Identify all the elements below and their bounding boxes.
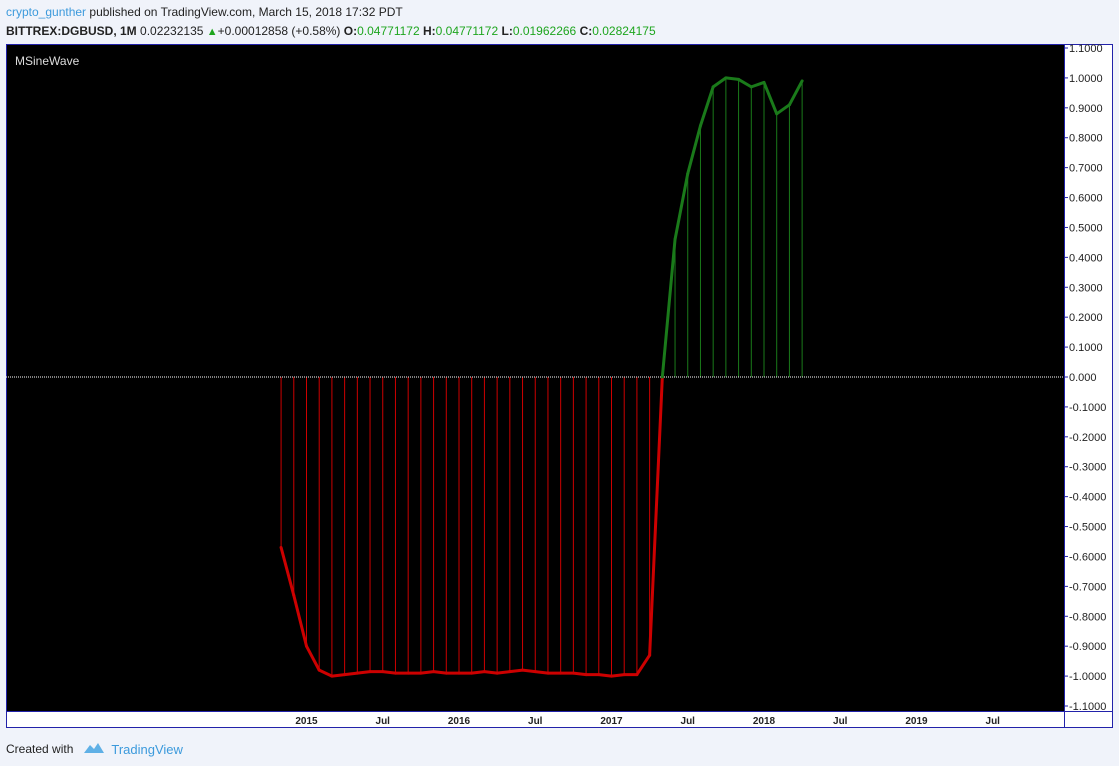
x-tick-label: 2017 xyxy=(600,716,623,727)
y-tick-label: 0.8000 xyxy=(1069,133,1103,145)
y-tick-label: 0.5000 xyxy=(1069,222,1103,234)
x-tick-label: 2015 xyxy=(295,716,318,727)
y-tick-label: 0.3000 xyxy=(1069,282,1103,294)
x-tick-label: Jul xyxy=(986,716,1001,727)
negative-line-segment xyxy=(355,670,372,675)
y-tick-label: 0.000 xyxy=(1069,372,1097,384)
y-tick-label: -1.0000 xyxy=(1069,671,1106,683)
negative-line-segment xyxy=(533,670,550,675)
msinewave-chart[interactable]: MSineWave 1.1000 1.0000 0.9000 0.8000 0.7000… xyxy=(0,0,1119,766)
y-tick-label: 0.4000 xyxy=(1069,252,1103,264)
x-tick-label: 2018 xyxy=(753,716,776,727)
y-tick-label: 0.7000 xyxy=(1069,163,1103,175)
x-tick-label: Jul xyxy=(833,716,848,727)
y-tick-label: -1.1000 xyxy=(1069,701,1106,713)
negative-line-segment xyxy=(508,668,525,674)
negative-line-segment xyxy=(419,670,436,675)
tradingview-brand[interactable]: TradingView xyxy=(111,742,183,757)
y-tick-label: -0.9000 xyxy=(1069,641,1106,653)
negative-line-segment xyxy=(521,668,537,674)
x-tick-label: 2016 xyxy=(448,716,471,727)
negative-line-segment xyxy=(495,670,512,675)
x-tick-label: Jul xyxy=(681,716,696,727)
price-axis-background[interactable] xyxy=(1064,44,1113,728)
negative-line-segment xyxy=(343,671,359,677)
y-tick-label: -0.8000 xyxy=(1069,611,1106,623)
x-tick-label: Jul xyxy=(528,716,543,727)
footer: Created with TradingView xyxy=(6,741,183,757)
y-tick-label: -0.5000 xyxy=(1069,522,1106,534)
y-tick-label: 0.1000 xyxy=(1069,342,1103,354)
negative-line-segment xyxy=(432,670,448,675)
y-tick-label: -0.1000 xyxy=(1069,402,1106,414)
y-tick-label: -0.6000 xyxy=(1069,551,1106,563)
positive-line-segment xyxy=(724,76,741,81)
negative-line-segment xyxy=(571,671,588,677)
tradingview-cloud-icon[interactable] xyxy=(83,741,105,757)
negative-line-segment xyxy=(330,673,347,678)
y-tick-label: -0.7000 xyxy=(1069,581,1106,593)
y-tick-label: -0.4000 xyxy=(1069,492,1106,504)
y-tick-label: 1.0000 xyxy=(1069,73,1103,85)
y-tick-label: -0.2000 xyxy=(1069,432,1106,444)
negative-line-segment xyxy=(597,673,613,678)
negative-line-segment xyxy=(610,673,626,678)
negative-line-segment xyxy=(470,670,486,675)
created-with-text: Created with xyxy=(6,742,74,756)
negative-line-segment xyxy=(482,670,499,675)
y-tick-label: 0.9000 xyxy=(1069,103,1103,115)
y-tick-label: 0.6000 xyxy=(1069,193,1103,205)
indicator-title: MSineWave xyxy=(15,54,80,68)
x-tick-label: 2019 xyxy=(905,716,928,727)
y-tick-label: 1.1000 xyxy=(1069,43,1103,55)
negative-line-segment xyxy=(381,670,397,675)
y-tick-label: -0.3000 xyxy=(1069,462,1106,474)
y-tick-label: 0.2000 xyxy=(1069,312,1103,324)
x-tick-label: Jul xyxy=(376,716,391,727)
